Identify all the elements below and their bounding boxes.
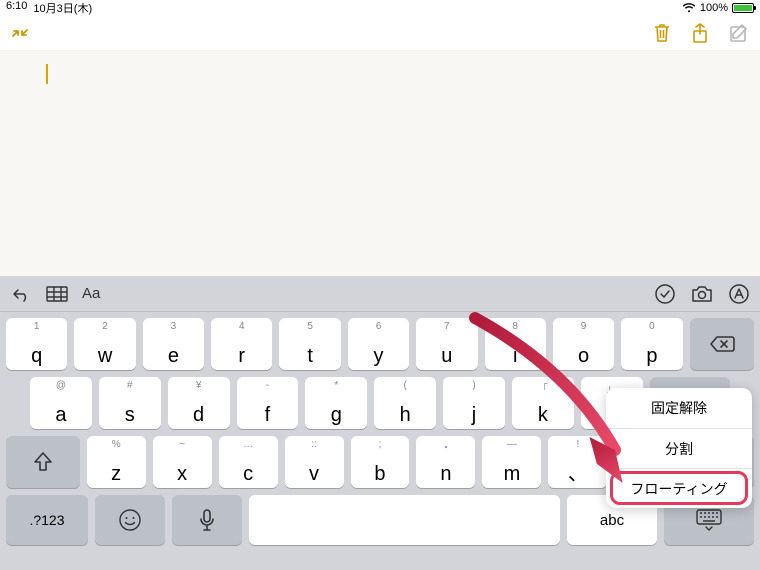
key-r[interactable]: 4r bbox=[211, 318, 272, 370]
key-z[interactable]: %z bbox=[87, 436, 146, 488]
key-backspace[interactable] bbox=[690, 318, 754, 370]
compose-icon[interactable] bbox=[728, 22, 750, 44]
key-c[interactable]: …c bbox=[219, 436, 278, 488]
key-k[interactable]: 「k bbox=[512, 377, 574, 429]
key-o[interactable]: 9o bbox=[553, 318, 614, 370]
key-dictation[interactable] bbox=[172, 495, 242, 545]
key-space[interactable] bbox=[249, 495, 560, 545]
key-emoji[interactable] bbox=[95, 495, 165, 545]
key-numeric-mode[interactable]: .?123 bbox=[6, 495, 88, 545]
menu-item-split[interactable]: 分割 bbox=[606, 428, 752, 468]
key-q[interactable]: 1q bbox=[6, 318, 67, 370]
key-g[interactable]: *g bbox=[305, 377, 367, 429]
checkmark-circle-icon[interactable] bbox=[654, 283, 676, 305]
camera-icon[interactable] bbox=[690, 285, 714, 303]
key-h[interactable]: (h bbox=[374, 377, 436, 429]
key-w[interactable]: 2w bbox=[74, 318, 135, 370]
key-y[interactable]: 6y bbox=[348, 318, 409, 370]
key-、[interactable]: !、 bbox=[548, 436, 607, 488]
note-body[interactable] bbox=[0, 50, 760, 276]
status-date: 10月3日(木) bbox=[33, 0, 92, 16]
key-u[interactable]: 7u bbox=[416, 318, 477, 370]
battery-icon bbox=[732, 3, 754, 13]
screen: 6:10 10月3日(木) 100% bbox=[0, 0, 760, 570]
key-j[interactable]: )j bbox=[443, 377, 505, 429]
markup-circle-icon[interactable] bbox=[728, 283, 750, 305]
status-time: 6:10 bbox=[6, 0, 27, 16]
key-i[interactable]: 8i bbox=[485, 318, 546, 370]
key-b[interactable]: ;b bbox=[351, 436, 410, 488]
key-p[interactable]: 0p bbox=[621, 318, 682, 370]
key-s[interactable]: #s bbox=[99, 377, 161, 429]
share-icon[interactable] bbox=[690, 22, 710, 44]
keyboard-toolbar: Aa bbox=[0, 276, 760, 312]
keyboard-options-menu: 固定解除 分割 フローティング bbox=[606, 388, 752, 508]
text-cursor bbox=[46, 64, 48, 84]
key-d[interactable]: ¥d bbox=[168, 377, 230, 429]
battery-pct: 100% bbox=[700, 2, 728, 14]
nav-bar bbox=[0, 16, 760, 50]
format-icon[interactable]: Aa bbox=[82, 285, 100, 302]
key-x[interactable]: ~x bbox=[153, 436, 212, 488]
key-shift-left[interactable] bbox=[6, 436, 80, 488]
key-a[interactable]: @a bbox=[30, 377, 92, 429]
key-v[interactable]: ::v bbox=[285, 436, 344, 488]
key-m[interactable]: —m bbox=[482, 436, 541, 488]
key-t[interactable]: 5t bbox=[279, 318, 340, 370]
table-icon[interactable] bbox=[46, 286, 68, 302]
key-f[interactable]: -f bbox=[237, 377, 299, 429]
key-e[interactable]: 3e bbox=[143, 318, 204, 370]
trash-icon[interactable] bbox=[652, 22, 672, 44]
key-n[interactable]: ・n bbox=[416, 436, 475, 488]
menu-item-floating[interactable]: フローティング bbox=[606, 468, 752, 508]
collapse-icon[interactable] bbox=[10, 23, 30, 43]
undo-icon[interactable] bbox=[10, 286, 32, 302]
wifi-icon bbox=[682, 3, 696, 13]
status-bar: 6:10 10月3日(木) 100% bbox=[0, 0, 760, 16]
menu-item-undock[interactable]: 固定解除 bbox=[606, 388, 752, 428]
